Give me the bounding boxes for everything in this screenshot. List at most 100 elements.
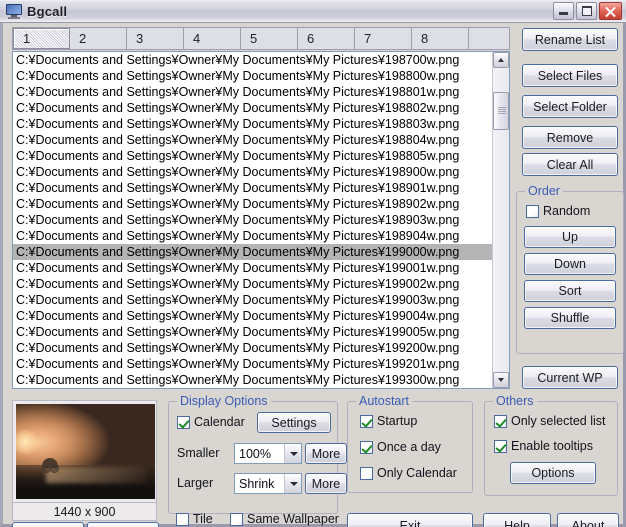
calendar-settings-button[interactable]: Settings [257,412,331,433]
list-item[interactable]: C:¥Documents and Settings¥Owner¥My Docum… [13,372,493,388]
client-area: 1 2 3 4 5 6 7 8 C:¥Documents and Setting… [3,23,624,527]
tab-6[interactable]: 6 [298,28,355,49]
tab-2[interactable]: 2 [70,28,127,49]
checkbox-box [176,512,189,526]
maximize-button[interactable] [576,2,597,20]
display-options-label: Display Options [177,394,271,408]
tab-5[interactable]: 5 [241,28,298,49]
checkbox-box [360,466,373,480]
list-item[interactable]: C:¥Documents and Settings¥Owner¥My Docum… [13,260,493,276]
smaller-more-button[interactable]: More [305,443,347,464]
about-button[interactable]: About [557,513,619,527]
same-wallpaper-checkbox[interactable]: Same Wallpaper [230,512,339,526]
list-item[interactable]: C:¥Documents and Settings¥Owner¥My Docum… [13,324,493,340]
autostart-label: Autostart [356,394,413,408]
close-icon[interactable] [599,2,622,20]
current-wp-button[interactable]: Current WP [522,366,618,389]
monitor-icon [6,3,22,19]
calendar-checkbox[interactable]: Calendar [177,415,245,429]
smaller-select[interactable]: 100% [234,443,302,464]
only-selected-list-checkbox[interactable]: Only selected list [494,414,605,428]
set-button[interactable]: Set [12,522,84,527]
tile-label: Tile [193,512,213,526]
once-a-day-checkbox[interactable]: Once a day [360,440,441,454]
only-calendar-checkbox[interactable]: Only Calendar [360,466,457,480]
title-bar[interactable]: Bgcall [0,0,626,23]
tab-4[interactable]: 4 [184,28,241,49]
larger-label: Larger [177,476,214,490]
list-item[interactable]: C:¥Documents and Settings¥Owner¥My Docum… [13,308,493,324]
chevron-down-icon[interactable] [284,474,301,493]
rename-list-button[interactable]: Rename List [522,28,618,51]
window-controls [553,2,622,20]
autostart-group: Autostart Startup Once a day Only Calend… [347,394,473,493]
list-item[interactable]: C:¥Documents and Settings¥Owner¥My Docum… [13,228,493,244]
checkbox-box [177,415,190,429]
list-item[interactable]: C:¥Documents and Settings¥Owner¥My Docum… [13,164,493,180]
list-item[interactable]: C:¥Documents and Settings¥Owner¥My Docum… [13,116,493,132]
preview-button[interactable]: Preview [87,522,159,527]
file-list-rows: C:¥Documents and Settings¥Owner¥My Docum… [13,52,493,388]
tab-3[interactable]: 3 [127,28,184,49]
tab-strip-filler [469,28,509,49]
checkbox-box [230,512,243,526]
list-item[interactable]: C:¥Documents and Settings¥Owner¥My Docum… [13,212,493,228]
list-item[interactable]: C:¥Documents and Settings¥Owner¥My Docum… [13,340,493,356]
smaller-value: 100% [239,446,271,461]
file-listbox[interactable]: C:¥Documents and Settings¥Owner¥My Docum… [12,51,510,389]
list-item[interactable]: C:¥Documents and Settings¥Owner¥My Docum… [13,276,493,292]
exit-button[interactable]: Exit [347,513,473,527]
tab-1[interactable]: 1 [13,28,70,49]
scroll-down-icon[interactable] [493,372,509,388]
enable-tooltips-label: Enable tooltips [511,439,594,453]
larger-more-button[interactable]: More [305,473,347,494]
chevron-down-icon[interactable] [284,444,301,463]
list-item[interactable]: C:¥Documents and Settings¥Owner¥My Docum… [13,148,493,164]
order-down-button[interactable]: Down [524,253,616,275]
random-label: Random [543,204,591,218]
clear-all-button[interactable]: Clear All [522,153,618,176]
list-item[interactable]: C:¥Documents and Settings¥Owner¥My Docum… [13,292,493,308]
checkbox-box [526,204,539,218]
order-sort-button[interactable]: Sort [524,280,616,302]
list-item[interactable]: C:¥Documents and Settings¥Owner¥My Docum… [13,68,493,84]
order-shuffle-button[interactable]: Shuffle [524,307,616,329]
list-tabs: 1 2 3 4 5 6 7 8 [12,27,510,50]
minimize-button[interactable] [553,2,574,20]
others-group: Others Only selected list Enable tooltip… [484,394,618,496]
list-item[interactable]: C:¥Documents and Settings¥Owner¥My Docum… [13,100,493,116]
only-selected-list-label: Only selected list [511,414,606,428]
startup-checkbox[interactable]: Startup [360,414,417,428]
options-button[interactable]: Options [510,462,596,484]
select-folder-button[interactable]: Select Folder [522,95,618,118]
window-title: Bgcall [27,3,68,19]
scroll-up-icon[interactable] [493,52,509,68]
order-up-button[interactable]: Up [524,226,616,248]
list-item[interactable]: C:¥Documents and Settings¥Owner¥My Docum… [13,132,493,148]
tab-7[interactable]: 7 [355,28,412,49]
list-item[interactable]: C:¥Documents and Settings¥Owner¥My Docum… [13,196,493,212]
help-button[interactable]: Help [483,513,551,527]
wallpaper-preview[interactable] [12,400,157,503]
checkbox-box [360,414,373,428]
same-wallpaper-label: Same Wallpaper [247,512,339,526]
list-item[interactable]: C:¥Documents and Settings¥Owner¥My Docum… [13,52,493,68]
tab-8[interactable]: 8 [412,28,469,49]
scrollbar-thumb[interactable] [493,92,509,130]
display-options-group: Display Options Calendar Settings Smalle… [168,394,347,514]
remove-button[interactable]: Remove [522,126,618,149]
select-files-button[interactable]: Select Files [522,64,618,87]
list-item[interactable]: C:¥Documents and Settings¥Owner¥My Docum… [13,180,493,196]
tile-checkbox[interactable]: Tile [176,512,213,526]
list-item[interactable]: C:¥Documents and Settings¥Owner¥My Docum… [13,356,493,372]
others-label: Others [493,394,537,408]
bgcall-window: Bgcall 1 2 3 4 5 6 7 8 C:¥Documents and … [0,0,626,527]
checkbox-box [494,439,507,453]
enable-tooltips-checkbox[interactable]: Enable tooltips [494,439,593,453]
startup-label: Startup [377,414,418,428]
list-item[interactable]: C:¥Documents and Settings¥Owner¥My Docum… [13,84,493,100]
list-vertical-scrollbar[interactable] [492,52,509,388]
random-checkbox[interactable]: Random [526,204,590,218]
larger-select[interactable]: Shrink [234,473,302,494]
list-item[interactable]: C:¥Documents and Settings¥Owner¥My Docum… [13,244,493,260]
